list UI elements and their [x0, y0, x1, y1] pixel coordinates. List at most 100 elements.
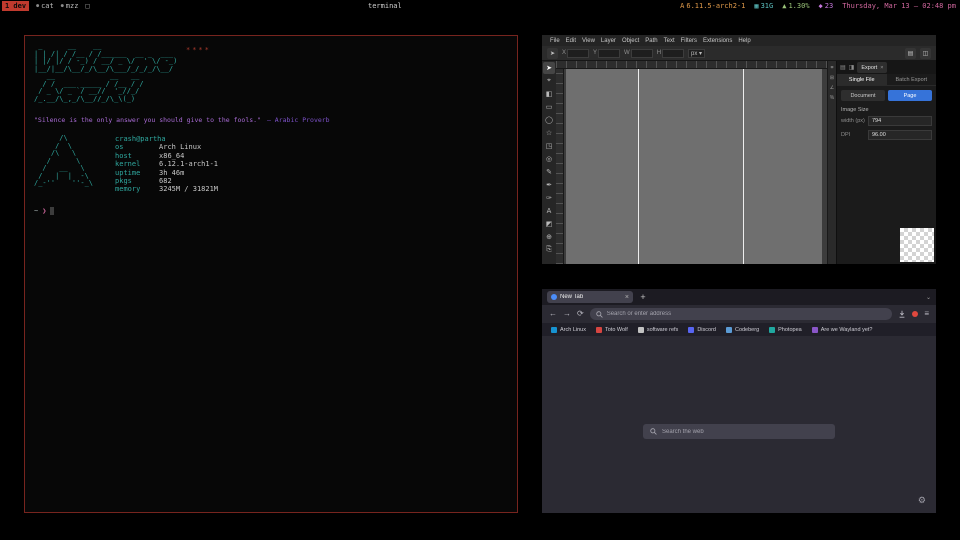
x-input[interactable]: [567, 49, 589, 58]
back-button[interactable]: ←: [549, 310, 557, 318]
document-page[interactable]: [566, 69, 822, 264]
pen-tool-icon[interactable]: ✒: [543, 179, 555, 191]
h-input[interactable]: [662, 49, 684, 58]
dock-header: ▤ ◨ Export ×: [837, 61, 936, 74]
y-input[interactable]: [598, 49, 620, 58]
menu-object[interactable]: Object: [619, 38, 642, 44]
bookmark-favicon: [769, 327, 775, 333]
bookmark-favicon: [812, 327, 818, 333]
width-value-input[interactable]: 794: [868, 116, 932, 126]
menu-view[interactable]: View: [579, 38, 598, 44]
star-tool-icon[interactable]: ☆: [543, 127, 555, 139]
menu-icon[interactable]: ≡: [924, 310, 929, 318]
box3d-tool-icon[interactable]: ◳: [543, 140, 555, 152]
menu-extensions[interactable]: Extensions: [700, 38, 735, 44]
w-input[interactable]: [631, 49, 653, 58]
reload-button[interactable]: ⟳: [577, 310, 584, 318]
guide-line[interactable]: [638, 69, 639, 264]
bookmark-photopea[interactable]: Photopea: [769, 327, 802, 333]
dock-icon[interactable]: ◨: [849, 64, 855, 71]
tab-new-tab[interactable]: New Tab ×: [547, 291, 633, 303]
terminal-window[interactable]: _ __ __ | | /| / /__ / /______ __ _ ___ …: [24, 35, 518, 513]
spiral-tool-icon[interactable]: ◎: [543, 153, 555, 165]
workspace-tag-mzz[interactable]: ● mzz: [61, 2, 79, 10]
snap-icon[interactable]: %: [830, 95, 834, 101]
vertical-ruler[interactable]: [556, 69, 564, 264]
fetch-info: crash@partha osArch Linux hostx86_64 ker…: [115, 135, 218, 194]
inkscape-menubar: File Edit View Layer Object Path Text Fi…: [542, 35, 936, 46]
bookmark-discord[interactable]: Discord: [688, 327, 716, 333]
fetch-value: 682: [159, 177, 172, 185]
export-dialog-tab[interactable]: Export ×: [857, 62, 887, 73]
workspace-tag-cat[interactable]: ● cat: [36, 2, 54, 10]
fetch-value: Arch Linux: [159, 143, 201, 151]
bookmark-favicon: [638, 327, 644, 333]
url-input[interactable]: [607, 311, 887, 317]
bookmark-software-refs[interactable]: software refs: [638, 327, 678, 333]
menu-text[interactable]: Text: [661, 38, 678, 44]
shell-prompt[interactable]: ~ ❯: [34, 207, 508, 215]
width-field: W: [624, 49, 653, 58]
canvas[interactable]: [564, 69, 827, 264]
dpi-value-input[interactable]: 96.00: [868, 130, 932, 140]
shape-builder-tool-icon[interactable]: ◧: [543, 88, 555, 100]
web-search-box[interactable]: [643, 424, 835, 439]
menu-filters[interactable]: Filters: [678, 38, 700, 44]
menu-path[interactable]: Path: [642, 38, 660, 44]
selection-mode-icon[interactable]: ➤: [547, 48, 558, 59]
page-button[interactable]: Page: [888, 90, 932, 101]
bookmark-label: software refs: [647, 327, 678, 333]
zoom-tool-icon[interactable]: ⊕: [543, 231, 555, 243]
menu-layer[interactable]: Layer: [598, 38, 619, 44]
address-bar[interactable]: [590, 308, 893, 320]
ellipse-tool-icon[interactable]: ◯: [543, 114, 555, 126]
dock-icon[interactable]: ▤: [840, 64, 846, 71]
rectangle-tool-icon[interactable]: ▭: [543, 101, 555, 113]
pages-tool-icon[interactable]: ⎘: [543, 244, 555, 256]
horizontal-ruler[interactable]: [556, 61, 827, 69]
tab-batch-export[interactable]: Batch Export: [887, 74, 937, 85]
gradient-tool-icon[interactable]: ◩: [543, 218, 555, 230]
menu-file[interactable]: File: [547, 38, 563, 44]
selector-tool-icon[interactable]: ➤: [543, 62, 555, 74]
memory-module: ▦ 31G: [754, 2, 773, 10]
bookmark-toto-wolf[interactable]: Toto Wolf: [596, 327, 628, 333]
pencil-tool-icon[interactable]: ✎: [543, 166, 555, 178]
toolbar-option-icon[interactable]: ◫: [920, 48, 931, 59]
tab-single-file[interactable]: Single File: [837, 74, 887, 85]
snap-icon[interactable]: ∠: [830, 85, 834, 91]
personalize-gear-icon[interactable]: ⚙: [918, 495, 926, 506]
workspace-label: cat: [41, 2, 54, 10]
calligraphy-tool-icon[interactable]: ✑: [543, 192, 555, 204]
document-button[interactable]: Document: [841, 90, 885, 101]
forward-button[interactable]: →: [563, 310, 571, 318]
bookmark-codeberg[interactable]: Codeberg: [726, 327, 759, 333]
close-icon[interactable]: ×: [880, 65, 883, 71]
arch-icon: A: [680, 2, 684, 10]
fetch-value: 3245M / 31821M: [159, 185, 218, 193]
snap-icon[interactable]: ⌗: [831, 65, 834, 71]
layout-icon[interactable]: □: [85, 2, 89, 10]
bookmark-are-we-wayland-yet[interactable]: Are we Wayland yet?: [812, 327, 873, 333]
list-tabs-chevron-icon[interactable]: ⌄: [926, 294, 931, 301]
toolbar-option-icon[interactable]: ▤: [905, 48, 916, 59]
y-label: Y: [593, 50, 597, 56]
workspace-tag-active[interactable]: 1 dev: [2, 1, 29, 11]
node-tool-icon[interactable]: ⌖: [543, 75, 555, 87]
export-width-row: width (px) 794: [837, 114, 936, 128]
text-tool-icon[interactable]: A: [543, 205, 555, 217]
snap-icon[interactable]: ⊞: [830, 75, 834, 81]
browser-window: New Tab × + ⌄ ← → ⟳ ≡: [542, 289, 936, 513]
unit-dropdown[interactable]: px ▾: [688, 49, 705, 58]
search-icon: [596, 311, 603, 318]
menu-edit[interactable]: Edit: [563, 38, 579, 44]
new-tab-button[interactable]: +: [638, 292, 648, 302]
bookmark-favicon: [726, 327, 732, 333]
menu-help[interactable]: Help: [735, 38, 753, 44]
bookmark-arch-linux[interactable]: Arch Linux: [551, 327, 586, 333]
download-icon[interactable]: [898, 310, 906, 318]
extension-record-icon[interactable]: [912, 311, 918, 317]
guide-line[interactable]: [743, 69, 744, 264]
tab-close-icon[interactable]: ×: [625, 294, 629, 301]
web-search-input[interactable]: [662, 429, 828, 435]
